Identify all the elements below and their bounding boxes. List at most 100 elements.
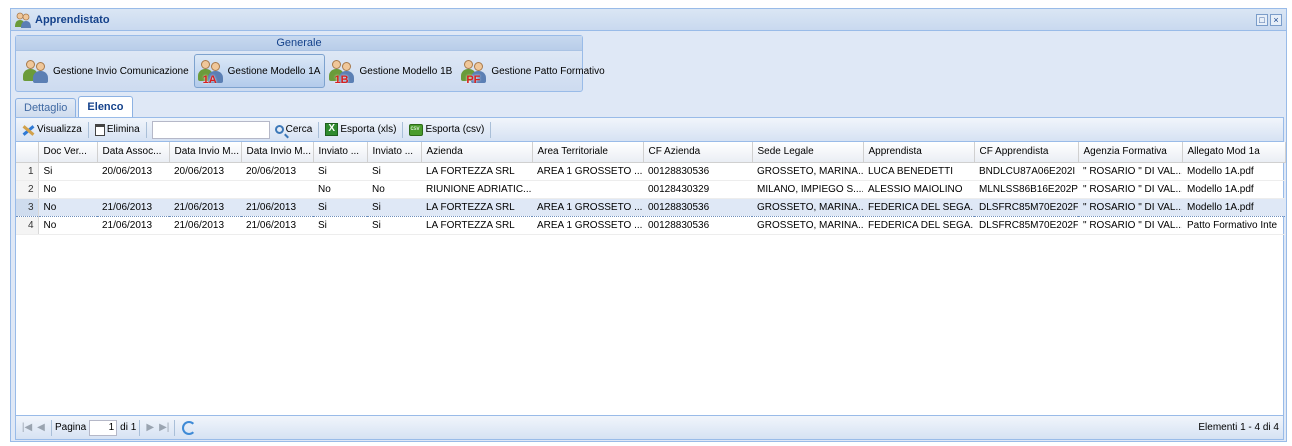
attachment-link[interactable]: Modello 1A.pdf <box>1182 180 1285 199</box>
search-button[interactable]: Cerca <box>272 120 316 140</box>
grid-cell: " ROSARIO " DI VAL... <box>1078 180 1182 199</box>
next-page-icon[interactable]: ▶ <box>143 422 157 433</box>
grid-cell: Si <box>367 216 421 235</box>
attachment-link[interactable]: Patto Formativo Inte <box>1182 216 1285 235</box>
column-header[interactable]: Sede Legale <box>752 142 864 163</box>
grid-cell: 00128830536 <box>643 216 752 235</box>
grid-cell: Si <box>313 216 367 235</box>
grid-cell: LUCA BENEDETTI <box>863 162 974 181</box>
window-titlebar: Apprendistato □ × <box>11 9 1286 31</box>
view-button[interactable]: Visualizza <box>18 120 85 140</box>
close-icon[interactable]: × <box>1270 13 1282 26</box>
grid-cell: RIUNIONE ADRIATIC... <box>421 180 532 199</box>
export-csv-button[interactable]: Esporta (csv) <box>406 120 487 140</box>
delete-button-label: Elimina <box>106 124 140 135</box>
grid-cell: No <box>38 180 97 199</box>
csv-icon <box>409 123 424 136</box>
grid-cell: 00128830536 <box>643 197 752 217</box>
gestione-patto-formativo-button[interactable]: PF Gestione Patto Formativo <box>457 54 609 88</box>
people-1a-icon: 1A <box>197 58 225 86</box>
trash-icon <box>94 123 105 136</box>
grid-cell: DLSFRC85M70E202F <box>974 197 1078 217</box>
gestione-invio-comunicazione-button[interactable]: Gestione Invio Comunicazione <box>19 54 194 88</box>
grid-cell: 21/06/2013 <box>97 197 169 217</box>
view-button-label: Visualizza <box>37 124 82 135</box>
attachment-link[interactable]: Modello 1A.pdf <box>1182 197 1285 217</box>
column-header[interactable]: Data Assoc... <box>97 142 170 163</box>
table-row[interactable]: 2 No No No RIUNIONE ADRIATIC... 00128430… <box>16 180 1285 199</box>
grid-cell: ALESSIO MAIOLINO <box>863 180 974 199</box>
grid-cell: DLSFRC85M70E202F <box>974 216 1078 235</box>
gestione-modello-1b-button[interactable]: 1B Gestione Modello 1B <box>325 54 457 88</box>
search-input[interactable] <box>151 120 270 139</box>
grid-cell: " ROSARIO " DI VAL... <box>1078 162 1182 181</box>
column-header[interactable]: Data Invio M... <box>241 142 314 163</box>
apprendistato-window: Apprendistato □ × Generale Gestione Invi… <box>10 8 1287 442</box>
row-number: 1 <box>16 162 39 181</box>
grid-cell <box>241 180 313 199</box>
people-1b-icon: 1B <box>328 58 356 86</box>
excel-icon <box>325 123 339 136</box>
table-row[interactable]: 4 No 21/06/2013 21/06/2013 21/06/2013 Si… <box>16 216 1285 235</box>
maximize-icon[interactable]: □ <box>1256 13 1268 26</box>
refresh-icon[interactable] <box>182 420 197 435</box>
first-page-icon[interactable]: |◀ <box>20 422 34 433</box>
window-title: Apprendistato <box>35 13 110 26</box>
table-row-selected[interactable]: 3 No 21/06/2013 21/06/2013 21/06/2013 Si… <box>16 197 1285 217</box>
grid-cell: LA FORTEZZA SRL <box>421 216 532 235</box>
column-header[interactable]: Agenzia Formativa <box>1078 142 1183 163</box>
grid-cell: Si <box>367 162 421 181</box>
grid-toolbar: Visualizza Elimina Cerca Esporta (xls) E… <box>16 118 1283 142</box>
row-number: 2 <box>16 180 39 199</box>
grid-cell: 21/06/2013 <box>169 216 241 235</box>
page-number-input[interactable] <box>89 419 118 436</box>
last-page-icon[interactable]: ▶| <box>157 422 171 433</box>
grid-cell: 20/06/2013 <box>241 162 313 181</box>
tab-elenco[interactable]: Elenco <box>78 96 133 117</box>
column-header[interactable]: Apprendista <box>863 142 975 163</box>
tab-strip: Dettaglio Elenco <box>15 96 1284 118</box>
grid-cell: MLNLSS86B16E202P <box>974 180 1078 199</box>
column-header[interactable]: CF Apprendista <box>974 142 1079 163</box>
prev-page-icon[interactable]: ◀ <box>34 422 48 433</box>
search-button-label: Cerca <box>285 124 313 135</box>
column-header[interactable]: Data Invio M... <box>169 142 242 163</box>
grid-cell: Si <box>367 197 421 217</box>
gestione-modello-1a-button[interactable]: 1A Gestione Modello 1A <box>193 54 326 88</box>
ribbon-group-title: Generale <box>16 36 582 51</box>
people-pf-icon: PF <box>460 58 488 86</box>
tools-icon <box>21 123 35 137</box>
page-count-label: di 1 <box>120 422 137 433</box>
column-header[interactable]: Inviato ... <box>367 142 422 163</box>
toolbar-separator <box>318 121 320 138</box>
grid-cell: Si <box>313 197 367 217</box>
grid-cell: No <box>38 216 97 235</box>
people-icon <box>22 58 50 84</box>
button-label: Gestione Patto Formativo <box>491 65 605 77</box>
column-header[interactable]: Allegato Mod 1a <box>1182 142 1286 163</box>
grid-cell: AREA 1 GROSSETO ... <box>532 162 643 181</box>
export-xls-button[interactable]: Esporta (xls) <box>322 120 399 140</box>
grid-cell: 20/06/2013 <box>169 162 241 181</box>
grid-cell: AREA 1 GROSSETO ... <box>532 216 643 235</box>
column-header[interactable]: Doc Ver... <box>38 142 98 163</box>
grid-cell <box>97 180 169 199</box>
grid-cell: " ROSARIO " DI VAL... <box>1078 197 1182 217</box>
delete-button[interactable]: Elimina <box>92 120 143 140</box>
column-header[interactable]: Azienda <box>421 142 533 163</box>
grid-cell: GROSSETO, MARINA... <box>752 216 863 235</box>
table-row[interactable]: 1 Si 20/06/2013 20/06/2013 20/06/2013 Si… <box>16 162 1285 181</box>
export-csv-label: Esporta (csv) <box>425 124 485 135</box>
column-header[interactable]: Area Territoriale <box>532 142 644 163</box>
grid-cell: FEDERICA DEL SEGA... <box>863 216 974 235</box>
grid-cell: GROSSETO, MARINA... <box>752 197 863 217</box>
attachment-link[interactable]: Modello 1A.pdf <box>1182 162 1285 181</box>
button-label: Gestione Modello 1B <box>359 65 453 77</box>
toolbar-separator <box>139 419 141 436</box>
search-icon <box>274 125 284 134</box>
tab-dettaglio[interactable]: Dettaglio <box>15 98 77 117</box>
column-header[interactable]: Inviato ... <box>313 142 368 163</box>
column-header[interactable]: CF Azienda <box>643 142 753 163</box>
grid-cell: " ROSARIO " DI VAL... <box>1078 216 1182 235</box>
button-label: Gestione Invio Comunicazione <box>53 65 189 77</box>
